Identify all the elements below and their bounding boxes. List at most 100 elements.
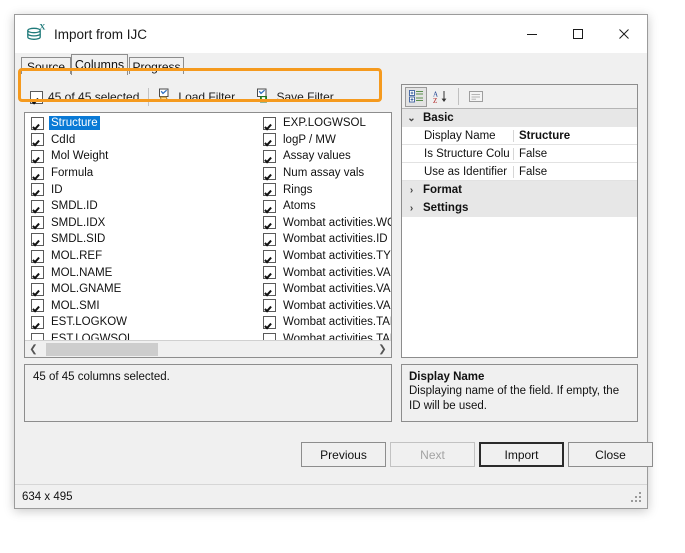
column-list-item[interactable]: Wombat activities.ID — [263, 231, 392, 248]
column-item-checkbox[interactable] — [263, 216, 276, 229]
chevron-left-icon[interactable]: ❮ — [25, 341, 42, 358]
column-item-checkbox[interactable] — [31, 216, 44, 229]
property-row[interactable]: Is Structure ColuFalse — [402, 145, 637, 163]
column-list-item[interactable]: Wombat activities.VALUE — [263, 264, 392, 281]
tab-progress[interactable]: Progress — [129, 57, 184, 75]
column-list-item[interactable]: Wombat activities.WOM — [263, 215, 392, 232]
column-list-item[interactable]: Rings — [263, 181, 392, 198]
column-item-checkbox[interactable] — [31, 250, 44, 263]
column-item-label: logP / MW — [281, 133, 338, 147]
categorized-view-icon[interactable] — [405, 87, 427, 107]
load-filter-button[interactable]: Load Filter... — [152, 86, 250, 108]
alphabetical-sort-icon[interactable]: A Z — [430, 87, 452, 107]
column-list-item[interactable]: MOL.REF — [31, 248, 259, 265]
title-bar: X Import from IJC — [15, 15, 647, 53]
close-button[interactable]: Close — [568, 442, 653, 467]
column-list-item[interactable]: MOL.GNAME — [31, 281, 259, 298]
column-list-item[interactable]: SMDL.SID — [31, 231, 259, 248]
database-stack-icon: X — [23, 21, 49, 47]
column-item-checkbox[interactable] — [31, 233, 44, 246]
maximize-icon[interactable] — [555, 15, 601, 53]
property-category-format[interactable]: ›Format — [402, 181, 637, 199]
column-item-checkbox[interactable] — [263, 150, 276, 163]
column-list-item[interactable]: logP / MW — [263, 132, 392, 149]
save-filter-button[interactable]: Save Filter... — [250, 86, 349, 108]
column-item-checkbox[interactable] — [31, 183, 44, 196]
column-list-item[interactable]: SMDL.IDX — [31, 215, 259, 232]
column-item-checkbox[interactable] — [31, 266, 44, 279]
column-item-label: ID — [49, 183, 65, 197]
column-item-checkbox[interactable] — [263, 250, 276, 263]
property-row-value[interactable]: Structure — [514, 130, 637, 142]
tab-columns[interactable]: Columns — [71, 54, 128, 75]
column-item-checkbox[interactable] — [31, 283, 44, 296]
minimize-icon[interactable] — [509, 15, 555, 53]
property-row-value[interactable]: False — [514, 166, 637, 178]
column-item-label: SMDL.IDX — [49, 216, 107, 230]
column-list-item[interactable]: MOL.NAME — [31, 264, 259, 281]
property-pages-icon[interactable] — [465, 87, 487, 107]
column-list-item[interactable]: Wombat activities.TARG — [263, 314, 392, 331]
column-item-checkbox[interactable] — [31, 167, 44, 180]
column-list-item[interactable]: Wombat activities.VALUE — [263, 298, 392, 315]
column-list-item[interactable]: CdId — [31, 132, 259, 149]
svg-text:Z: Z — [433, 97, 437, 104]
tab-source[interactable]: Source — [21, 57, 71, 75]
column-item-checkbox[interactable] — [263, 133, 276, 146]
column-list-item[interactable]: Wombat activities.VALUE — [263, 281, 392, 298]
column-list-item[interactable]: EXP.LOGWSOL — [263, 115, 392, 132]
previous-button[interactable]: Previous — [301, 442, 386, 467]
column-list-item[interactable]: Assay values — [263, 148, 392, 165]
column-item-checkbox[interactable] — [263, 233, 276, 246]
column-item-checkbox[interactable] — [263, 316, 276, 329]
column-list-panel[interactable]: StructureCdIdMol WeightFormulaIDSMDL.IDS… — [24, 112, 392, 358]
property-category-settings[interactable]: ›Settings — [402, 199, 637, 217]
property-grid-panel[interactable]: A Z — [401, 84, 638, 358]
column-list-item[interactable]: Atoms — [263, 198, 392, 215]
column-item-checkbox[interactable] — [31, 150, 44, 163]
property-row[interactable]: Use as IdentifierFalse — [402, 163, 637, 181]
column-item-checkbox[interactable] — [263, 283, 276, 296]
column-item-checkbox[interactable] — [31, 299, 44, 312]
column-item-checkbox[interactable] — [263, 183, 276, 196]
chevron-right-icon[interactable]: › — [406, 203, 417, 214]
toolbar-separator — [148, 88, 149, 106]
column-list-item[interactable]: Structure — [31, 115, 259, 132]
hscroll-thumb[interactable] — [46, 343, 158, 356]
column-item-label: Wombat activities.TYPE — [281, 249, 392, 263]
column-item-checkbox[interactable] — [263, 299, 276, 312]
property-row-value[interactable]: False — [514, 148, 637, 160]
column-item-checkbox[interactable] — [263, 200, 276, 213]
chevron-down-icon[interactable]: ⌄ — [406, 113, 417, 124]
column-item-checkbox[interactable] — [31, 316, 44, 329]
chevron-right-icon[interactable]: ❯ — [374, 341, 391, 358]
column-item-label: Wombat activities.ID — [281, 232, 390, 246]
import-button[interactable]: Import — [479, 442, 564, 467]
column-list-item[interactable]: EST.LOGKOW — [31, 314, 259, 331]
column-list-col-right: EXP.LOGWSOLlogP / MWAssay valuesNum assa… — [263, 115, 392, 358]
column-item-checkbox[interactable] — [31, 200, 44, 213]
column-item-checkbox[interactable] — [263, 167, 276, 180]
property-row[interactable]: Display NameStructure — [402, 127, 637, 145]
column-item-checkbox[interactable] — [263, 117, 276, 130]
property-row-name: Use as Identifier — [402, 166, 514, 178]
close-icon[interactable] — [601, 15, 647, 53]
column-list-item[interactable]: ID — [31, 181, 259, 198]
select-all-checkbox[interactable]: 45 of 45 selected — [24, 86, 145, 108]
column-list-hscrollbar[interactable]: ❮ ❯ — [25, 340, 391, 357]
column-list-item[interactable]: SMDL.ID — [31, 198, 259, 215]
column-list-item[interactable]: MOL.SMI — [31, 298, 259, 315]
column-item-checkbox[interactable] — [263, 266, 276, 279]
resize-grip-icon[interactable] — [631, 492, 643, 504]
close-button-label: Close — [595, 448, 626, 462]
column-list-item[interactable]: Num assay vals — [263, 165, 392, 182]
column-item-checkbox[interactable] — [31, 117, 44, 130]
column-list-item[interactable]: Mol Weight — [31, 148, 259, 165]
property-category-basic[interactable]: ⌄Basic — [402, 109, 637, 127]
column-list-item[interactable]: Wombat activities.TYPE — [263, 248, 392, 265]
hscroll-track[interactable] — [42, 341, 374, 358]
column-item-checkbox[interactable] — [31, 133, 44, 146]
chevron-right-icon[interactable]: › — [406, 185, 417, 196]
dialog-button-row: Previous Next Import Close — [20, 442, 642, 472]
column-list-item[interactable]: Formula — [31, 165, 259, 182]
